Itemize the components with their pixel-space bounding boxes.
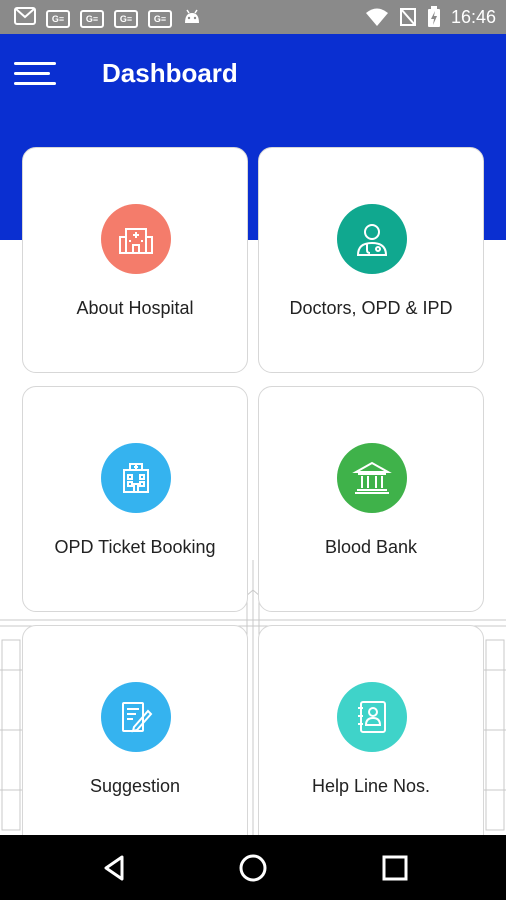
status-bar: G≡ G≡ G≡ G≡ 16:46 — [0, 0, 506, 34]
page-title: Dashboard — [102, 58, 238, 88]
notification-icons: G≡ G≡ G≡ G≡ — [14, 7, 202, 30]
hospital-booking-icon — [101, 443, 171, 513]
menu-icon[interactable] — [14, 58, 56, 88]
android-icon — [182, 7, 202, 30]
pen-paper-icon — [101, 682, 171, 752]
news-icon: G≡ — [148, 9, 172, 28]
no-signal-icon — [399, 7, 417, 27]
news-icon: G≡ — [80, 9, 104, 28]
card-opd-ticket-booking[interactable]: OPD Ticket Booking — [22, 386, 248, 612]
back-icon[interactable] — [100, 853, 130, 883]
card-help-line-nos[interactable]: Help Line Nos. — [258, 625, 484, 851]
gmail-icon — [14, 7, 36, 30]
clock-time: 16:46 — [450, 6, 496, 27]
home-icon[interactable] — [238, 853, 268, 883]
card-about-hospital[interactable]: About Hospital — [22, 147, 248, 373]
doctor-icon — [337, 204, 407, 274]
card-label: OPD Ticket Booking — [54, 537, 216, 557]
battery-charging-icon — [427, 6, 441, 28]
navigation-bar — [0, 835, 506, 900]
news-icon: G≡ — [46, 9, 70, 28]
card-suggestion[interactable]: Suggestion — [22, 625, 248, 851]
card-label: Blood Bank — [324, 537, 418, 557]
app-bar: Dashboard — [0, 34, 506, 114]
card-label: About Hospital — [76, 298, 194, 318]
contact-book-icon — [337, 682, 407, 752]
hospital-building-icon — [101, 204, 171, 274]
wifi-icon — [365, 7, 389, 27]
card-doctors-opd-ipd[interactable]: Doctors, OPD & IPD — [258, 147, 484, 373]
news-icon: G≡ — [114, 9, 138, 28]
card-label: Doctors, OPD & IPD — [289, 298, 453, 318]
card-blood-bank[interactable]: Blood Bank — [258, 386, 484, 612]
recents-icon[interactable] — [380, 853, 410, 883]
bank-building-icon — [337, 443, 407, 513]
card-label: Suggestion — [89, 776, 181, 796]
card-label: Help Line Nos. — [311, 776, 431, 796]
